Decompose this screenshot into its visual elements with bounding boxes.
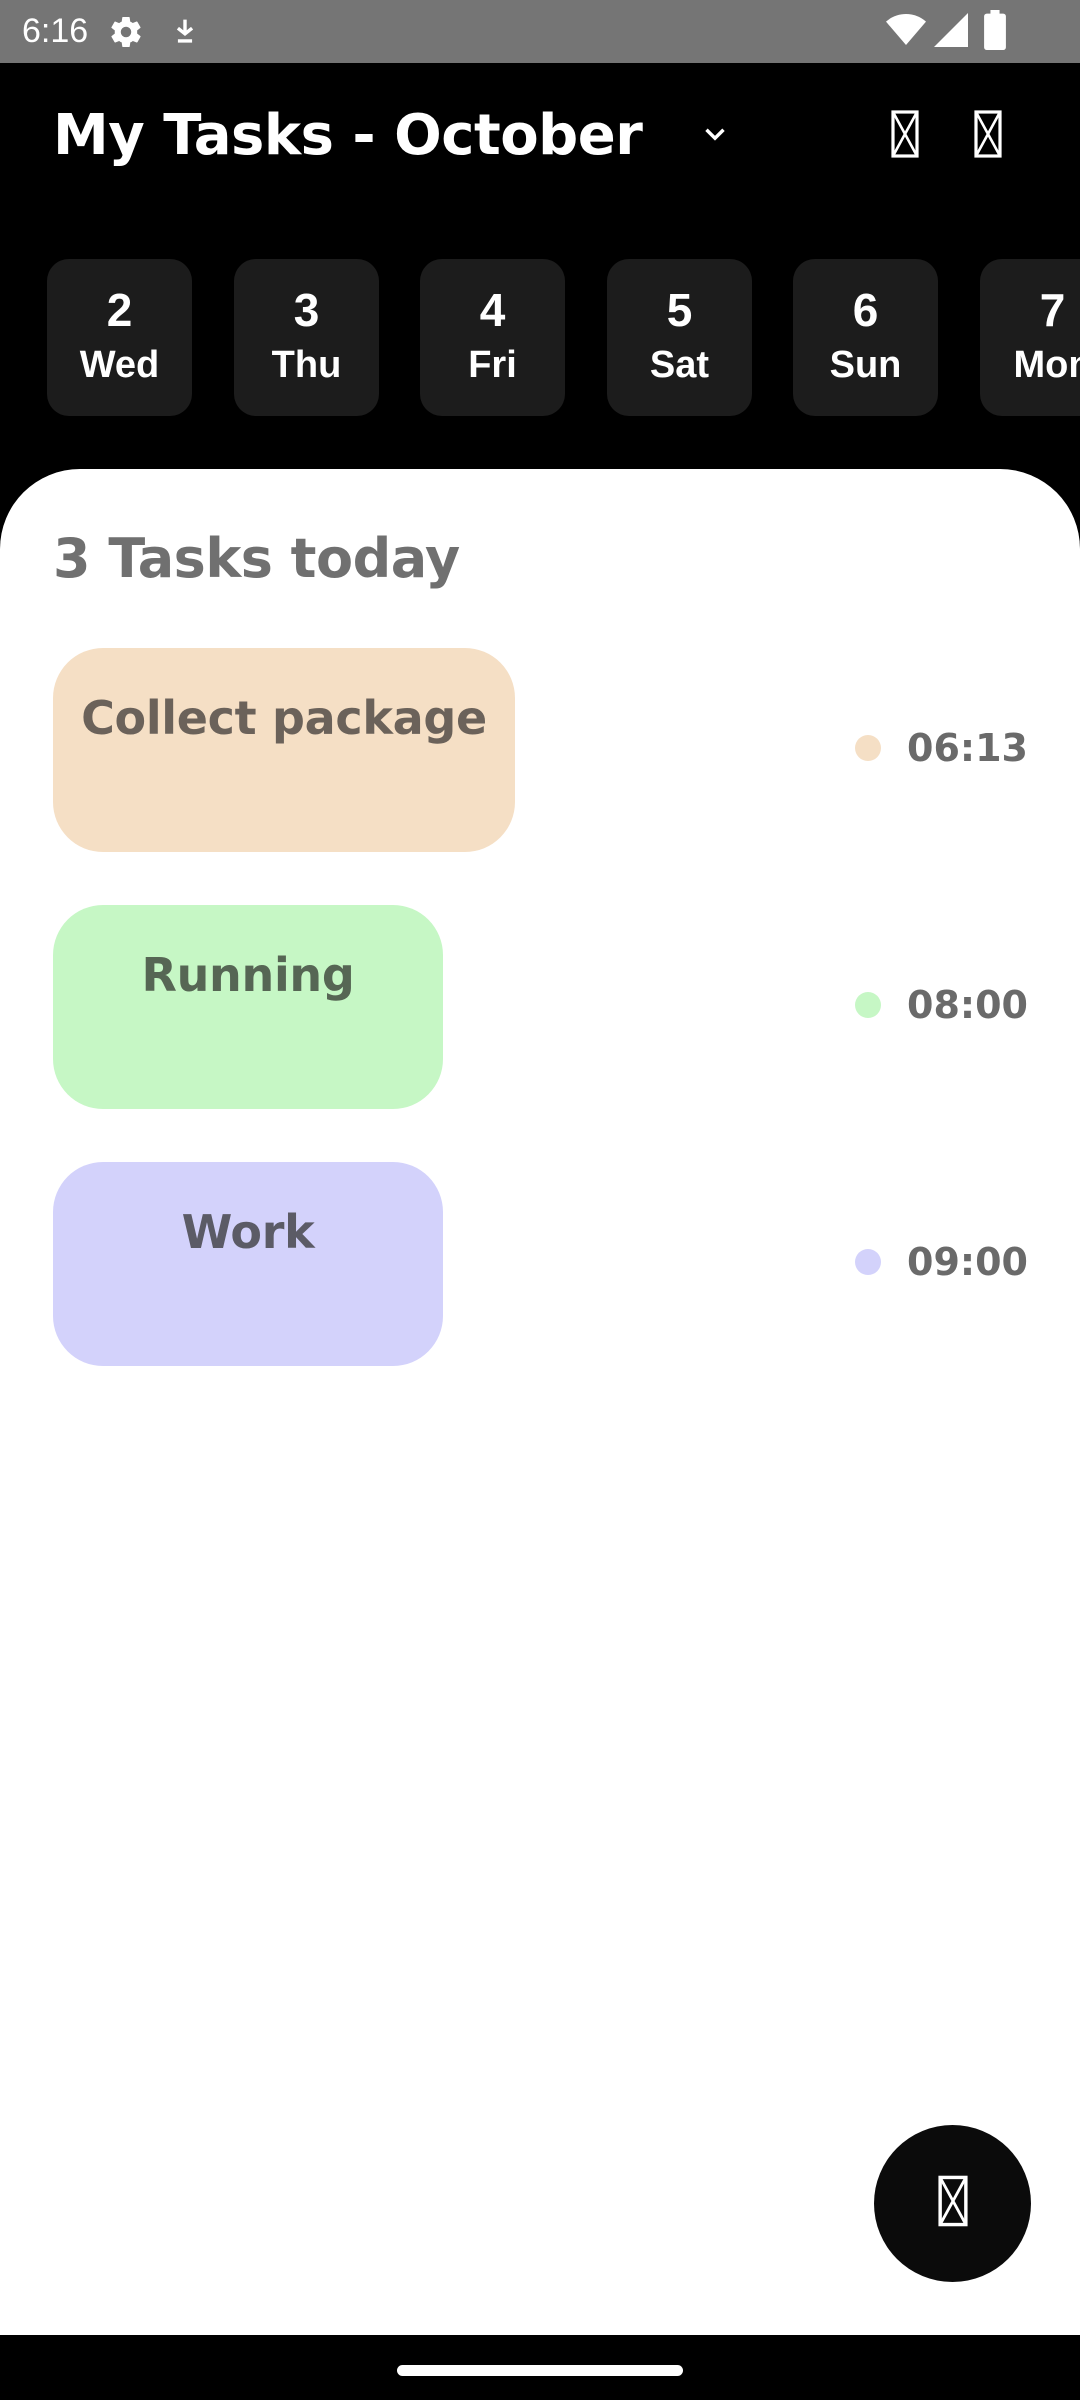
task-time: 09:00 xyxy=(907,1240,1028,1284)
download-icon xyxy=(168,14,202,53)
tasks-count-heading: 3 Tasks today xyxy=(53,527,460,590)
missing-glyph-icon xyxy=(891,109,919,163)
wifi-icon xyxy=(886,12,926,53)
task-row: Running 08:00 xyxy=(53,905,1028,1109)
system-nav-bar xyxy=(0,2335,1080,2400)
task-title: Work xyxy=(181,1205,315,1259)
date-chip-4[interactable]: 4 Fri xyxy=(420,259,565,416)
battery-icon xyxy=(984,10,1006,55)
task-time: 06:13 xyxy=(907,726,1028,770)
date-weekday: Sun xyxy=(829,344,902,386)
task-row: Work 09:00 xyxy=(53,1162,1028,1366)
task-time-indicator: 08:00 xyxy=(855,977,1028,1033)
date-weekday: Wed xyxy=(79,344,160,386)
gear-icon xyxy=(108,14,144,55)
date-chip-6[interactable]: 6 Sun xyxy=(793,259,938,416)
date-chip-7[interactable]: 7 Mon xyxy=(980,259,1080,416)
missing-glyph-icon xyxy=(937,2175,968,2232)
chevron-down-icon xyxy=(698,117,732,156)
tasks-sheet: 3 Tasks today Collect package 06:13 Runn… xyxy=(0,469,1080,2335)
task-row: Collect package 06:13 xyxy=(53,648,1028,852)
date-number: 4 xyxy=(479,284,506,336)
task-time-indicator: 06:13 xyxy=(855,720,1028,776)
date-number: 5 xyxy=(666,284,693,336)
task-card[interactable]: Running xyxy=(53,905,443,1109)
signal-icon xyxy=(934,12,968,53)
date-weekday: Fri xyxy=(468,344,517,386)
task-time: 08:00 xyxy=(907,983,1028,1027)
month-dropdown-button[interactable] xyxy=(690,111,740,161)
task-color-dot xyxy=(855,1249,882,1275)
date-weekday: Thu xyxy=(271,344,342,386)
add-task-fab[interactable] xyxy=(874,2125,1031,2282)
date-number: 3 xyxy=(293,284,320,336)
app-root: 6:16 My Tasks - October 2 Wed 3 Thu 4 Fr… xyxy=(0,0,1080,2400)
status-bar: 6:16 xyxy=(0,0,1080,63)
date-number: 7 xyxy=(1039,284,1066,336)
header-action-button-1[interactable] xyxy=(880,106,930,166)
missing-glyph-icon xyxy=(974,109,1002,163)
task-card[interactable]: Collect package xyxy=(53,648,515,852)
date-weekday: Sat xyxy=(649,344,710,386)
home-gesture-handle[interactable] xyxy=(397,2365,683,2376)
date-chip-5[interactable]: 5 Sat xyxy=(607,259,752,416)
task-time-indicator: 09:00 xyxy=(855,1234,1028,1290)
task-card[interactable]: Work xyxy=(53,1162,443,1366)
page-title: My Tasks - October xyxy=(53,103,643,168)
status-time: 6:16 xyxy=(22,12,89,50)
header-action-button-2[interactable] xyxy=(963,106,1013,166)
date-weekday: Mon xyxy=(1013,344,1080,386)
date-number: 6 xyxy=(852,284,879,336)
task-title: Running xyxy=(141,948,355,1002)
task-title: Collect package xyxy=(81,691,487,745)
date-strip: 2 Wed 3 Thu 4 Fri 5 Sat 6 Sun 7 Mon xyxy=(0,259,1080,417)
task-color-dot xyxy=(855,992,882,1018)
date-chip-2[interactable]: 2 Wed xyxy=(47,259,192,416)
task-color-dot xyxy=(855,735,882,761)
date-chip-3[interactable]: 3 Thu xyxy=(234,259,379,416)
date-number: 2 xyxy=(106,284,133,336)
